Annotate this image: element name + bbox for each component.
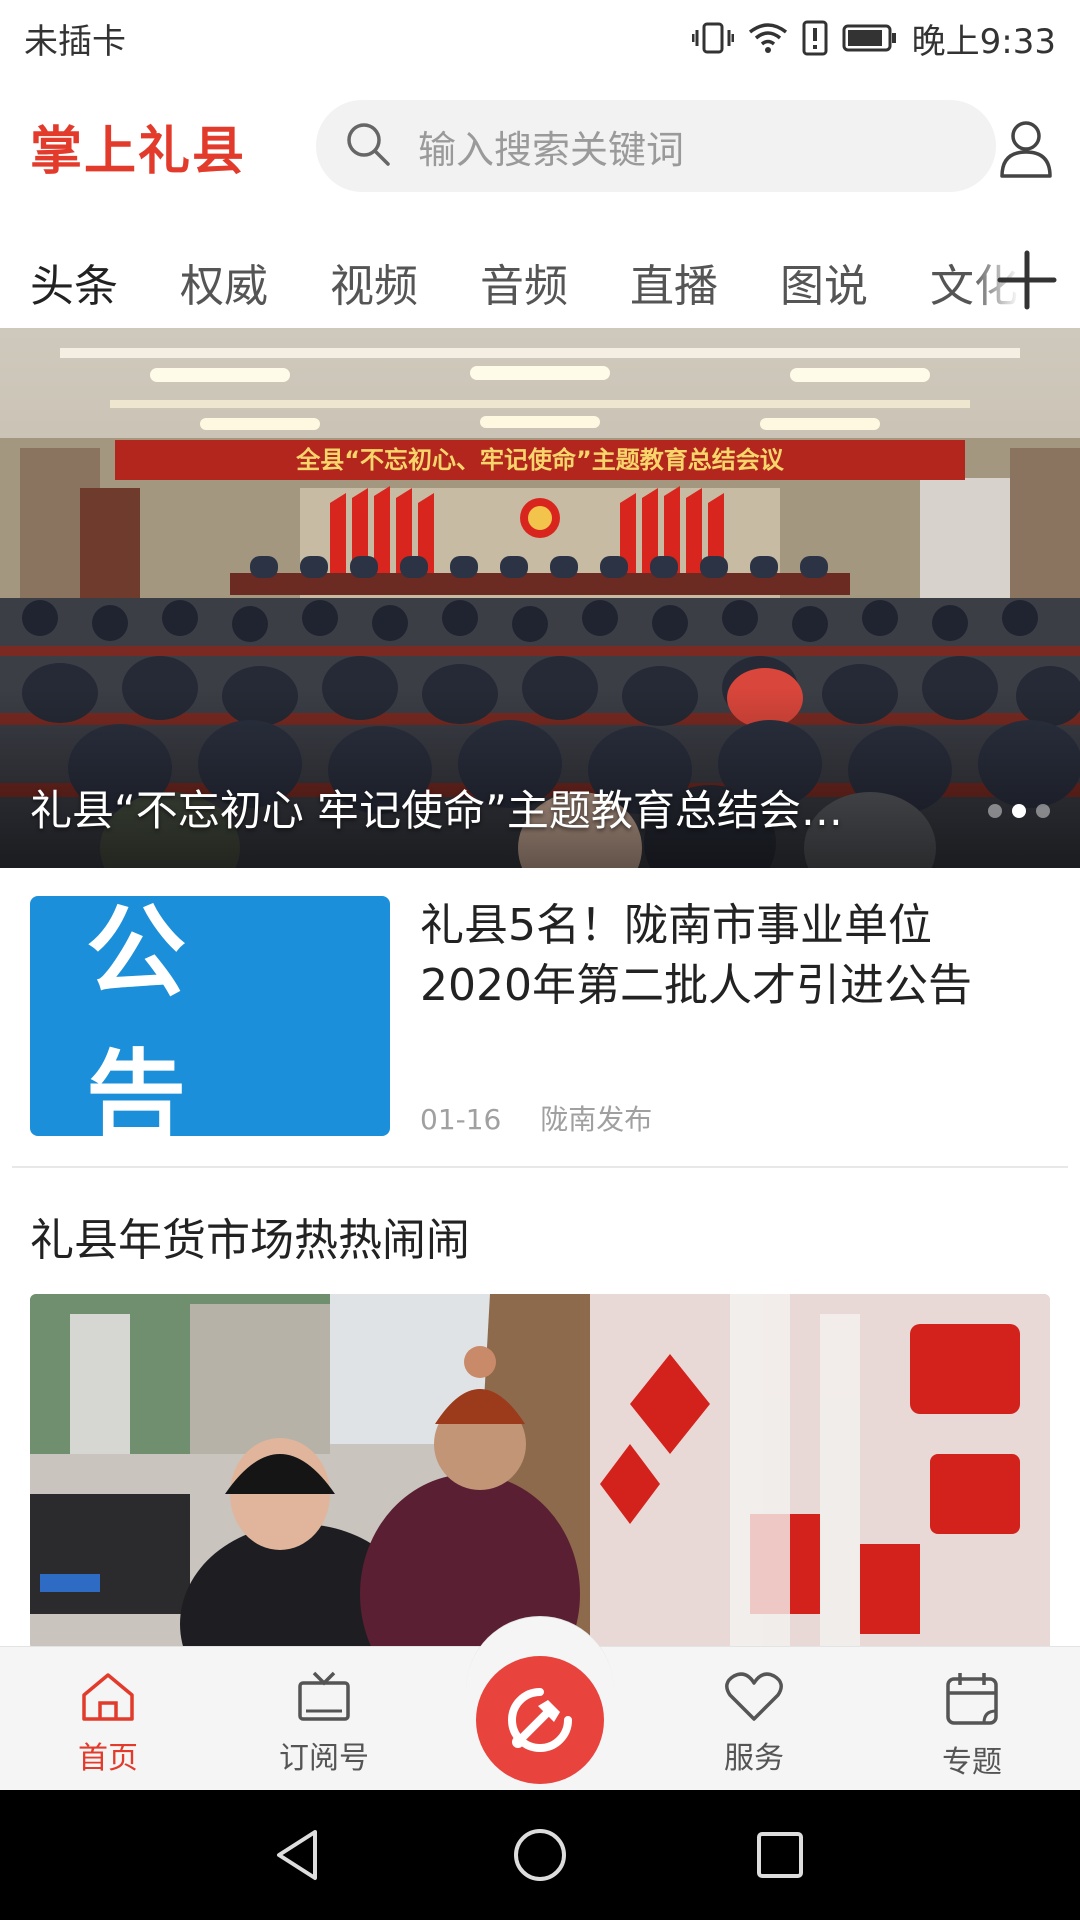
clock-label: 晚上9:33 bbox=[911, 21, 1056, 62]
tv-icon bbox=[298, 1671, 350, 1721]
tab-live[interactable]: 直播 bbox=[630, 250, 718, 314]
nav-subscriptions[interactable]: 订阅号 bbox=[254, 1671, 394, 1777]
profile-button[interactable] bbox=[996, 118, 1056, 178]
tab-headlines[interactable]: 头条 bbox=[30, 250, 118, 314]
carousel-dot bbox=[988, 804, 1002, 818]
channel-tabs: 头条 权威 视频 音频 直播 图说 文化 bbox=[0, 234, 1080, 330]
tab-video[interactable]: 视频 bbox=[330, 250, 418, 314]
nav-home[interactable]: 首页 bbox=[38, 1671, 178, 1777]
carousel-dot bbox=[1036, 804, 1050, 818]
news-meta: 01-16 陇南发布 bbox=[420, 1098, 652, 1138]
nav-services[interactable]: 服务 bbox=[684, 1671, 824, 1777]
feature-title[interactable]: 礼县年货市场热热闹闹 bbox=[30, 1204, 470, 1268]
banner-slogan: 全县“不忘初心、牢记使命”主题教育总结会议 bbox=[295, 446, 785, 474]
search-icon bbox=[344, 120, 392, 172]
thumbnail-text: 公告 bbox=[86, 894, 242, 1156]
alert-icon bbox=[802, 20, 828, 56]
news-title: 礼县5名！陇南市事业单位2020年第二批人才引进公告 bbox=[420, 900, 972, 1011]
carousel-dot-active bbox=[1012, 804, 1026, 818]
back-button[interactable] bbox=[265, 1820, 335, 1890]
vibrate-icon bbox=[691, 20, 734, 56]
status-bar: 未插卡 晚上9:33 bbox=[0, 0, 1080, 76]
user-icon bbox=[1000, 121, 1052, 178]
nav-topics-label: 专题 bbox=[942, 1745, 1002, 1780]
app-header: 掌上礼县 输入搜索关键词 bbox=[0, 96, 1080, 196]
heart-icon bbox=[725, 1672, 783, 1721]
nav-topics[interactable]: 专题 bbox=[902, 1671, 1042, 1781]
back-icon bbox=[277, 1830, 317, 1880]
wifi-icon bbox=[748, 22, 788, 54]
add-channel-button[interactable] bbox=[992, 245, 1062, 315]
news-source: 陇南发布 bbox=[540, 1103, 653, 1136]
recents-button[interactable] bbox=[745, 1820, 815, 1890]
news-list-item[interactable]: 公告 礼县5名！陇南市事业单位2020年第二批人才引进公告 01-16 陇南发布 bbox=[30, 894, 1050, 1156]
plus-icon bbox=[997, 250, 1057, 310]
carrier-label: 未插卡 bbox=[24, 21, 126, 62]
news-date: 01-16 bbox=[420, 1103, 502, 1136]
list-divider bbox=[12, 1166, 1068, 1168]
party-center-button[interactable] bbox=[476, 1656, 604, 1784]
tab-pictures[interactable]: 图说 bbox=[780, 250, 868, 314]
home-icon bbox=[82, 1673, 134, 1721]
search-input[interactable]: 输入搜索关键词 bbox=[316, 100, 996, 192]
feature-image[interactable] bbox=[30, 1294, 1050, 1650]
home-system-button[interactable] bbox=[505, 1820, 575, 1890]
battery-icon bbox=[842, 24, 898, 52]
party-emblem-icon bbox=[508, 1688, 572, 1752]
tab-audio[interactable]: 音频 bbox=[480, 250, 568, 314]
banner-caption: 礼县“不忘初心 牢记使命”主题教育总结会… bbox=[30, 786, 843, 835]
system-nav-bar bbox=[0, 1790, 1080, 1920]
nav-subscriptions-label: 订阅号 bbox=[279, 1741, 369, 1776]
banner-carousel[interactable]: 全县“不忘初心、牢记使命”主题教育总结会议 礼县“不忘初心 牢记使命”主题教育总… bbox=[0, 328, 1080, 868]
tab-authority[interactable]: 权威 bbox=[180, 250, 268, 314]
carousel-dots bbox=[988, 804, 1050, 818]
nav-home-label: 首页 bbox=[78, 1741, 138, 1776]
calendar-icon bbox=[946, 1673, 998, 1725]
news-thumbnail: 公告 bbox=[30, 894, 390, 1156]
status-icons: 晚上9:33 bbox=[691, 14, 1056, 63]
app-logo: 掌上礼县 bbox=[30, 121, 247, 182]
square-recents-icon bbox=[757, 1832, 803, 1878]
nav-services-label: 服务 bbox=[724, 1741, 784, 1776]
search-placeholder: 输入搜索关键词 bbox=[418, 127, 685, 172]
circle-home-icon bbox=[514, 1829, 566, 1881]
